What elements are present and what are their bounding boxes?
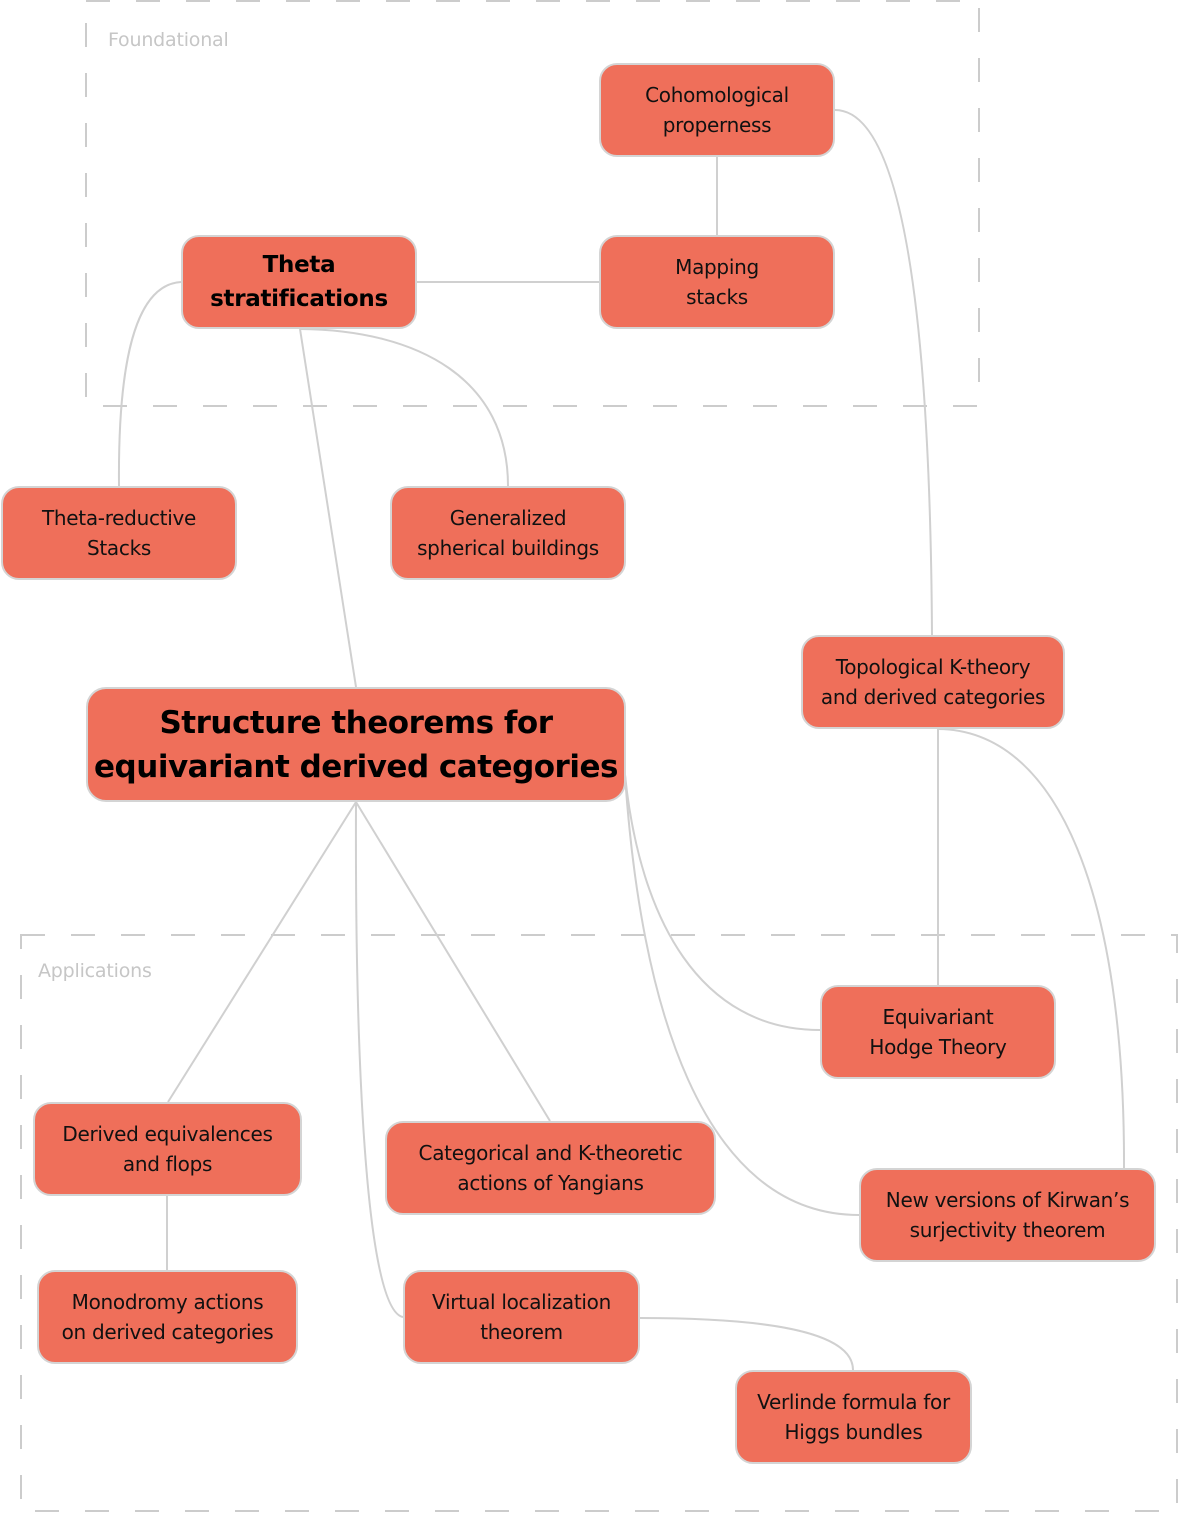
node-label-line: Higgs bundles bbox=[784, 1420, 923, 1444]
node-label-line: on derived categories bbox=[61, 1320, 274, 1344]
node-label-line: stratifications bbox=[210, 286, 388, 312]
node-kirwan-surjectivity[interactable]: New versions of Kirwan’s surjectivity the… bbox=[859, 1168, 1156, 1262]
node-generalized-spherical-buildings[interactable]: Generalized spherical buildings bbox=[390, 486, 626, 580]
node-label-line: Generalized bbox=[449, 506, 567, 530]
node-label-line: Theta bbox=[262, 252, 336, 278]
node-label-line: Monodromy actions bbox=[71, 1290, 264, 1314]
node-label-line: Theta-reductive bbox=[41, 506, 196, 530]
node-label-line: theorem bbox=[480, 1320, 563, 1344]
edge-theta-to-root bbox=[299, 328, 357, 688]
node-virtual-localization[interactable]: Virtual localization theorem bbox=[403, 1270, 640, 1364]
node-label-line: equivariant derived categories bbox=[94, 748, 618, 785]
node-label-line: Hodge Theory bbox=[869, 1035, 1007, 1059]
node-structure-theorems-root[interactable]: Structure theorems for equivariant derive… bbox=[86, 687, 626, 802]
concept-map: Foundational Applications Cohomological p… bbox=[0, 0, 1179, 1513]
group-label-applications: Applications bbox=[38, 960, 152, 982]
edge-virtual-to-verlinde bbox=[639, 1317, 854, 1371]
node-label-line: Cohomological bbox=[645, 83, 789, 107]
node-label-line: Virtual localization bbox=[432, 1290, 611, 1314]
edge-cohomological-to-topological bbox=[834, 109, 933, 636]
node-label-line: and flops bbox=[122, 1152, 213, 1176]
node-label-line: spherical buildings bbox=[417, 536, 599, 560]
node-label-line: Mapping bbox=[675, 255, 759, 279]
node-label-line: Derived equivalences bbox=[62, 1122, 273, 1146]
edge-theta-to-theta-reductive bbox=[117, 281, 182, 487]
node-label-line: New versions of Kirwan’s bbox=[885, 1188, 1130, 1212]
node-label-line: actions of Yangians bbox=[457, 1171, 644, 1195]
node-monodromy-actions[interactable]: Monodromy actions on derived categories bbox=[37, 1270, 298, 1364]
node-label-line: stacks bbox=[686, 285, 748, 309]
node-theta-stratifications[interactable]: Theta stratifications bbox=[181, 235, 417, 329]
edge-root-to-yangians bbox=[355, 801, 551, 1122]
edge-root-to-hodge bbox=[624, 774, 821, 1031]
node-topological-k-theory[interactable]: Topological K-theory and derived categori… bbox=[801, 635, 1065, 729]
node-label-line: Verlinde formula for bbox=[757, 1390, 950, 1414]
node-derived-equivalences-flops[interactable]: Derived equivalences and flops bbox=[33, 1102, 302, 1196]
node-label-line: Equivariant bbox=[882, 1005, 994, 1029]
node-label-line: Structure theorems for bbox=[159, 704, 553, 741]
node-theta-reductive-stacks[interactable]: Theta-reductive Stacks bbox=[1, 486, 237, 580]
edge-topological-to-kirwan bbox=[937, 728, 1126, 1169]
group-box-foundational bbox=[85, 0, 980, 407]
node-yangians-actions[interactable]: Categorical and K-theoretic actions of Ya… bbox=[385, 1121, 716, 1215]
edge-root-to-virtual bbox=[354, 801, 404, 1318]
group-label-foundational: Foundational bbox=[108, 29, 229, 51]
edge-root-to-derived-eq bbox=[167, 801, 357, 1103]
node-label-line: Categorical and K-theoretic bbox=[418, 1141, 683, 1165]
node-label-line: Stacks bbox=[86, 536, 151, 560]
node-equivariant-hodge-theory[interactable]: Equivariant Hodge Theory bbox=[820, 985, 1056, 1079]
node-cohomological-properness[interactable]: Cohomological properness bbox=[599, 63, 835, 157]
node-label-line: and derived categories bbox=[820, 685, 1046, 709]
node-label-line: properness bbox=[662, 113, 772, 137]
node-label-line: surjectivity theorem bbox=[909, 1218, 1106, 1242]
node-mapping-stacks[interactable]: Mapping stacks bbox=[599, 235, 835, 329]
node-label-line: Topological K-theory bbox=[835, 655, 1031, 679]
node-verlinde-formula[interactable]: Verlinde formula for Higgs bundles bbox=[735, 1370, 972, 1464]
edge-theta-to-generalized bbox=[299, 328, 509, 487]
